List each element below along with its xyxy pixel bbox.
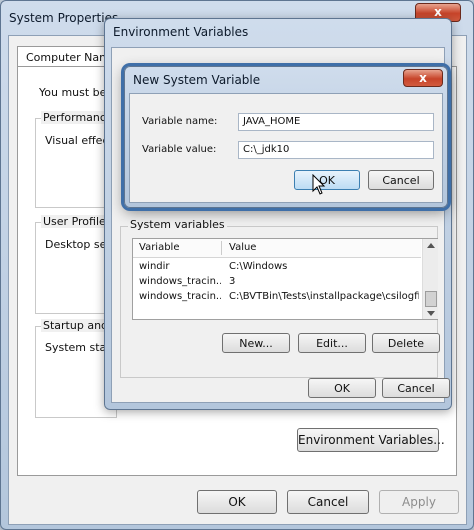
system-properties-title: System Properties — [9, 11, 119, 25]
close-icon: x — [419, 71, 427, 85]
system-variables-label: System variables — [128, 218, 227, 231]
variable-name-label: Variable name: — [142, 116, 218, 127]
close-icon: x — [434, 5, 442, 19]
variable-value-label: Variable value: — [142, 144, 217, 155]
new-system-variable-client: Variable name: JAVA_HOME Variable value:… — [129, 93, 443, 203]
user-profiles-text: Desktop set — [45, 238, 111, 251]
scroll-down-icon[interactable] — [427, 311, 435, 316]
startup-label: Startup and — [41, 319, 111, 332]
column-header-value[interactable]: Value — [229, 242, 256, 253]
column-header-variable[interactable]: Variable — [139, 242, 180, 253]
environment-variables-ok-button[interactable]: OK — [308, 378, 376, 398]
mouse-cursor-icon — [312, 174, 326, 195]
scroll-thumb[interactable] — [425, 291, 437, 307]
new-system-variable-cancel-button[interactable]: Cancel — [368, 170, 434, 190]
list-header: Variable Value — [133, 239, 421, 258]
system-properties-ok-button[interactable]: OK — [197, 490, 277, 514]
variable-value-input[interactable]: C:\_jdk10 — [238, 141, 434, 159]
user-profiles-label: User Profiles — [41, 215, 114, 228]
list-scrollbar[interactable] — [422, 239, 438, 319]
table-row[interactable]: windows_tracin... C:\BVTBin\Tests\instal… — [133, 291, 421, 305]
environment-variables-title: Environment Variables — [113, 25, 249, 39]
column-divider — [221, 241, 222, 255]
environment-variables-button[interactable]: Environment Variables... — [297, 428, 445, 452]
environment-variables-cancel-button[interactable]: Cancel — [382, 378, 450, 398]
table-row[interactable]: windir C:\Windows — [133, 261, 421, 275]
performance-text: Visual effect — [45, 134, 113, 147]
delete-variable-button[interactable]: Delete — [372, 333, 440, 353]
new-variable-button[interactable]: New... — [222, 333, 290, 353]
variable-name-input[interactable]: JAVA_HOME — [238, 113, 434, 131]
admin-note: You must be — [39, 86, 107, 99]
edit-variable-button[interactable]: Edit... — [298, 333, 366, 353]
system-variables-list[interactable]: Variable Value windir C:\Windows windows… — [132, 238, 438, 320]
system-properties-cancel-button[interactable]: Cancel — [287, 490, 369, 514]
system-properties-apply-button[interactable]: Apply — [379, 490, 459, 514]
scroll-up-icon[interactable] — [427, 243, 435, 248]
table-row[interactable]: windows_tracin... 3 — [133, 276, 421, 290]
new-system-variable-close-button[interactable]: x — [403, 69, 443, 87]
new-system-variable-ok-button[interactable]: OK — [294, 170, 360, 190]
new-system-variable-title: New System Variable — [133, 73, 261, 87]
new-system-variable-dialog: New System Variable x Variable name: JAV… — [124, 66, 448, 208]
